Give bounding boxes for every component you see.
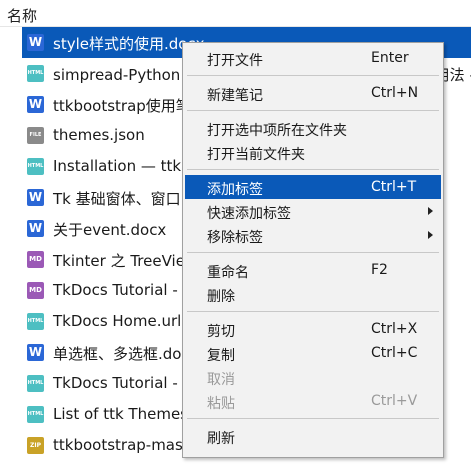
menu-item-shortcut: Ctrl+X [371,321,418,337]
word-doc-icon: W [27,189,44,206]
html-file-icon: HTML [27,406,44,423]
generic-file-icon: FILE [27,127,44,144]
word-doc-icon: W [27,220,44,237]
context-menu: 打开文件 Enter 新建笔记 Ctrl+N 打开选中项所在文件夹 打开当前文件夹 添加标签… [182,42,444,458]
menu-item-label: 复制 [207,348,235,364]
submenu-arrow-icon [428,207,433,215]
menu-item-label: 刷新 [207,431,235,447]
word-doc-icon: W [27,34,44,51]
menu-item-delete[interactable]: 删除 [185,282,441,306]
name-column-label: 名称 [7,7,38,25]
html-file-icon: HTML [27,158,44,175]
menu-item-rename[interactable]: 重命名 F2 [185,258,441,282]
menu-item-refresh[interactable]: 刷新 [185,424,441,448]
word-doc-icon: W [27,96,44,113]
file-name: themes.json [53,126,145,144]
word-doc-icon: W [27,344,44,361]
menu-item-label: 打开当前文件夹 [207,147,305,163]
markdown-file-icon: MD [27,251,44,268]
menu-item-cut[interactable]: 剪切 Ctrl+X [185,317,441,341]
menu-item-label: 取消 [207,372,235,388]
menu-separator [187,110,439,111]
menu-item-label: 重命名 [207,265,249,281]
menu-item-shortcut: Ctrl+V [371,393,418,409]
menu-item-shortcut: Ctrl+C [371,345,418,361]
file-name: TkDocs Home.url [53,312,182,330]
html-file-icon: HTML [27,313,44,330]
menu-separator [187,75,439,76]
menu-item-shortcut: F2 [371,262,388,278]
menu-item-shortcut: Ctrl+T [371,179,417,195]
submenu-arrow-icon [428,231,433,239]
menu-item-label: 删除 [207,289,235,305]
menu-item-open-containing-folder[interactable]: 打开选中项所在文件夹 [185,116,441,140]
file-name: 单选框、多选框.docx [53,345,199,363]
menu-separator [187,169,439,170]
menu-item-label: 添加标签 [207,182,263,198]
menu-item-shortcut: Enter [371,50,409,66]
menu-item-remove-tag[interactable]: 移除标签 [185,223,441,247]
menu-separator [187,311,439,312]
html-file-icon: HTML [27,375,44,392]
menu-item-label: 打开文件 [207,53,263,69]
menu-item-label: 剪切 [207,324,235,340]
menu-item-new-note[interactable]: 新建笔记 Ctrl+N [185,81,441,105]
menu-item-shortcut: Ctrl+N [371,85,419,101]
menu-item-label: 移除标签 [207,230,263,246]
zip-file-icon: ZIP [27,437,44,454]
menu-item-copy[interactable]: 复制 Ctrl+C [185,341,441,365]
menu-item-label: 打开选中项所在文件夹 [207,123,347,139]
html-file-icon: HTML [27,65,44,82]
column-header[interactable]: 名称 [0,0,471,27]
menu-separator [187,418,439,419]
menu-item-quick-add-tag[interactable]: 快速添加标签 [185,199,441,223]
menu-separator [187,252,439,253]
menu-item-undo: 取消 [185,365,441,389]
menu-item-open-current-folder[interactable]: 打开当前文件夹 [185,140,441,164]
menu-item-paste: 粘贴 Ctrl+V [185,389,441,413]
menu-item-label: 快速添加标签 [207,206,291,222]
file-name: 关于event.docx [53,221,167,239]
markdown-file-icon: MD [27,282,44,299]
menu-item-label: 粘贴 [207,396,235,412]
menu-item-label: 新建笔记 [207,88,263,104]
menu-item-add-tag[interactable]: 添加标签 Ctrl+T [185,175,441,199]
menu-item-open-file[interactable]: 打开文件 Enter [185,46,441,70]
